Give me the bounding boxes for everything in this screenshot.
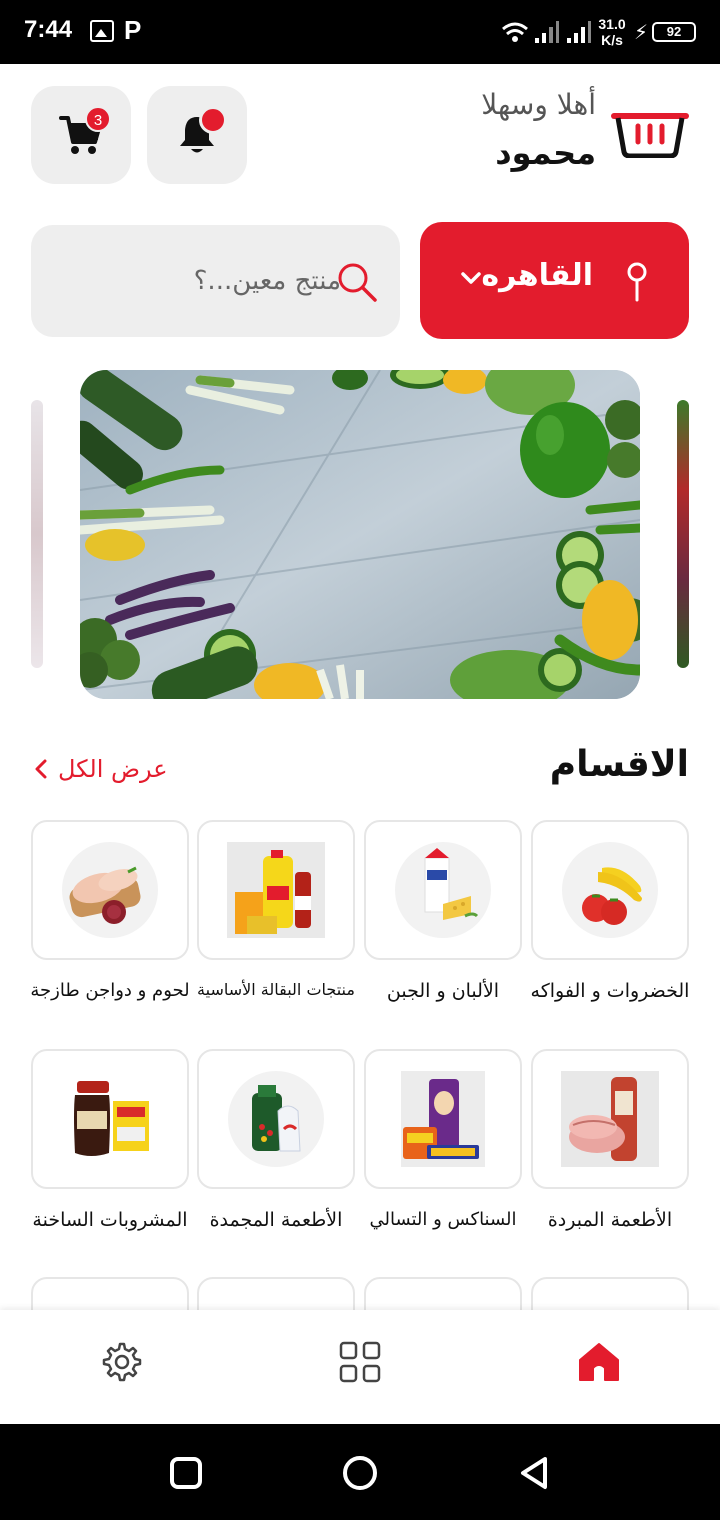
home-icon[interactable]: [577, 1340, 621, 1384]
category-label: الأطعمة المبردة: [547, 1209, 673, 1231]
app-screen: 7:44 P 31.0 K/s ⚡ 92 أهلا وسهلا محمود 3 …: [0, 0, 720, 1520]
location-label: القاهره: [481, 258, 593, 293]
settings-gear-icon[interactable]: [100, 1340, 144, 1384]
system-navigation-bar: [0, 1424, 720, 1520]
hot-drinks-thumb: [61, 1071, 159, 1167]
category-label: الألبان و الجبن: [386, 980, 500, 1002]
fresh-meat-poultry-thumb: [62, 842, 158, 938]
category-label: منتجات البقالة الأساسية: [197, 980, 355, 999]
recents-square-icon[interactable]: [167, 1454, 205, 1492]
categories-grid-icon[interactable]: [338, 1340, 382, 1384]
signal-icon-2: [567, 21, 591, 43]
cart-button[interactable]: 3: [31, 86, 131, 184]
location-pin-icon: [627, 262, 647, 302]
search-box[interactable]: [31, 225, 400, 337]
wifi-icon: [502, 22, 528, 42]
dairy-cheese-thumb: [395, 842, 491, 938]
back-triangle-icon[interactable]: [515, 1454, 553, 1492]
fruits-vegetables-thumb: [562, 842, 658, 938]
banner-next-peek[interactable]: [677, 400, 689, 668]
status-bar: 7:44 P 31.0 K/s ⚡ 92: [0, 0, 720, 64]
category-tile-frozen[interactable]: [197, 1049, 355, 1189]
category-tile-meat[interactable]: [31, 820, 189, 960]
basket-logo-icon: [611, 113, 689, 158]
charging-icon: ⚡: [633, 20, 648, 44]
search-icon[interactable]: [336, 261, 378, 303]
category-tile-fruits-vegetables[interactable]: [531, 820, 689, 960]
snacks-thumb: [401, 1071, 485, 1167]
chevron-left-icon: [35, 759, 47, 779]
status-time: 7:44: [24, 16, 73, 43]
banner-prev-peek[interactable]: [31, 400, 43, 668]
location-selector[interactable]: القاهره: [420, 222, 689, 339]
gallery-icon: [90, 20, 114, 42]
grocery-basics-thumb: [227, 842, 325, 938]
frozen-food-thumb: [228, 1071, 324, 1167]
username-text: محمود: [495, 134, 596, 172]
category-label: الخضروات و الفواكه: [530, 980, 690, 1002]
category-label: المشروبات الساخنة: [32, 1209, 188, 1231]
notifications-button[interactable]: [147, 86, 247, 184]
bottom-navigation: [0, 1310, 720, 1424]
category-tile-hot-drinks[interactable]: [31, 1049, 189, 1189]
view-all-label: عرض الكل: [58, 755, 168, 783]
p-app-icon: P: [124, 15, 142, 45]
chevron-down-icon: [461, 272, 481, 284]
category-label: السناكس و التسالي: [369, 1209, 517, 1230]
chilled-food-thumb: [561, 1071, 659, 1167]
category-tile-chilled[interactable]: [531, 1049, 689, 1189]
search-input[interactable]: [51, 259, 341, 303]
category-tile-grocery[interactable]: [197, 820, 355, 960]
battery-indicator: 92: [652, 22, 696, 42]
category-tile-snacks[interactable]: [364, 1049, 522, 1189]
view-all-link[interactable]: عرض الكل: [34, 755, 168, 783]
category-label: لحوم و دواجن طازجة: [30, 980, 190, 1001]
vegetables-banner-image: [80, 370, 640, 699]
network-speed: 31.0 K/s: [598, 16, 626, 48]
promo-banner[interactable]: [80, 370, 640, 699]
greeting-text: أهلا وسهلا: [481, 88, 596, 121]
notification-dot: [199, 106, 227, 134]
category-tile-dairy[interactable]: [364, 820, 522, 960]
signal-icon: [535, 21, 559, 43]
cart-count-badge: 3: [85, 106, 111, 132]
categories-title: الاقسام: [549, 744, 689, 785]
home-circle-icon[interactable]: [341, 1454, 379, 1492]
category-label: الأطعمة المجمدة: [209, 1209, 343, 1231]
